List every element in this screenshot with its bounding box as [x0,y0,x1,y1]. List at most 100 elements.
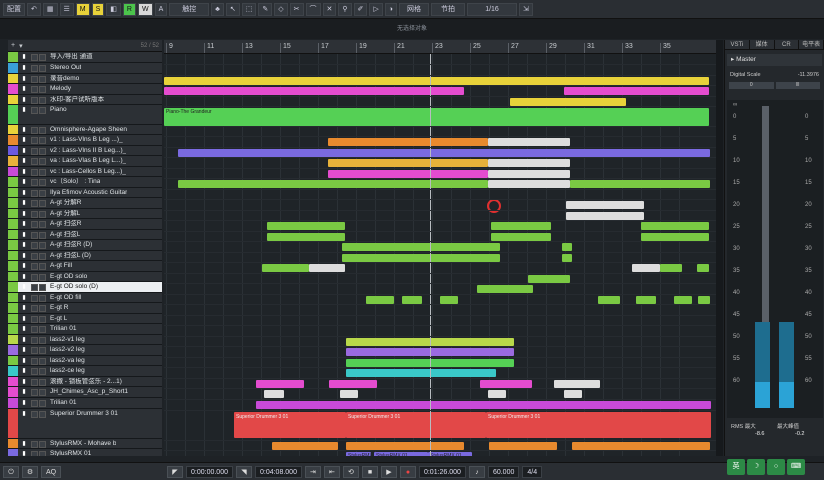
track-solo-button[interactable] [39,451,46,456]
circle-icon[interactable]: ○ [767,459,785,475]
track-lane[interactable] [164,211,716,221]
track-row[interactable]: ▮ 滚撒 - 锁板管弦乐 - 2...1) [8,377,162,387]
track-lane[interactable] [164,107,716,127]
listen-icon[interactable]: ◧ [106,2,121,16]
track-lane[interactable] [164,54,716,65]
track-lane[interactable] [164,337,716,347]
track-lane[interactable] [164,368,716,379]
track-solo-button[interactable] [39,242,46,249]
track-solo-button[interactable] [39,316,46,323]
tab-meter[interactable]: 电平表 [799,40,824,49]
track-solo-button[interactable] [39,347,46,354]
track-lane[interactable] [164,316,716,326]
track-mute-button[interactable] [31,232,38,239]
track-mute-button[interactable] [31,137,38,144]
track-solo-button[interactable] [39,295,46,302]
mute-tool-icon[interactable]: ✕ [322,2,337,16]
track-mute-button[interactable] [31,179,38,186]
track-row[interactable]: ▮ E-gt R [8,303,162,314]
track-solo-button[interactable] [39,368,46,375]
track-lane[interactable] [164,253,716,263]
track-row[interactable]: ▮ E-gt OD solo [8,272,162,282]
track-solo-button[interactable] [39,127,46,134]
track-mute-button[interactable] [31,347,38,354]
track-row[interactable]: ▮ v2 : Lass-Vlns II B Leg...)_ [8,146,162,156]
track-lane[interactable] [164,200,716,211]
punch-in-icon[interactable]: ⇥ [304,465,321,478]
track-mute-button[interactable] [31,158,38,165]
track-row[interactable]: ▮ lass2-va leg [8,356,162,366]
track-solo-button[interactable] [39,400,46,407]
track-mute-button[interactable] [31,221,38,228]
color-icon[interactable]: ◑ [384,2,398,16]
track-solo-button[interactable] [39,441,46,448]
track-solo-button[interactable] [39,200,46,207]
track-mute-button[interactable] [31,451,38,456]
track-lane[interactable] [164,242,716,253]
track-solo-button[interactable] [39,148,46,155]
track-row[interactable]: ▮ E-gt OD fill [8,293,162,303]
track-mute-button[interactable] [31,242,38,249]
track-solo-button[interactable] [39,263,46,270]
touch-mode-select[interactable]: 触控 [169,2,210,16]
track-row[interactable]: ▮ E-gt OD solo (D) [8,282,162,293]
track-row[interactable]: ▮ 水印-客户试听版本 [8,95,162,105]
track-row[interactable]: ▮ A-gt Fill [8,261,162,272]
quantize-apply-icon[interactable]: ⇲ [519,2,533,16]
track-mute-button[interactable] [31,411,38,418]
tool-icon[interactable]: ♣ [211,2,224,16]
signature-field[interactable]: 4/4 [522,465,543,478]
track-solo-button[interactable] [39,179,46,186]
track-lane[interactable] [164,169,716,179]
track-lane[interactable] [164,76,716,86]
track-lane[interactable] [164,274,716,284]
track-lane[interactable] [164,221,716,232]
track-row[interactable]: ▮ A-gt 扫弦R [8,219,162,230]
range-tool-icon[interactable]: ⬚ [241,2,257,16]
track-mute-button[interactable] [31,127,38,134]
track-mute-button[interactable] [31,389,38,396]
track-mute-button[interactable] [31,400,38,407]
track-mute-button[interactable] [31,97,38,104]
settings-icon[interactable]: ⚙ [22,465,38,478]
tab-media[interactable]: 媒体 [750,40,775,49]
track-mute-button[interactable] [31,441,38,448]
track-solo-button[interactable] [39,274,46,281]
dropdown-icon[interactable]: ▾ [19,42,23,50]
automation-button[interactable]: A [154,2,168,16]
zoom-tool-icon[interactable]: ⚲ [338,2,352,16]
track-row[interactable]: ▮ 导入/导出 通道 [8,52,162,63]
list-icon[interactable]: ☰ [59,2,74,16]
aq-button[interactable]: AQ [41,465,61,478]
track-row[interactable]: ▮ JH_Chimes_Asc_p_Short1 [8,387,162,398]
track-mute-button[interactable] [31,65,38,72]
track-lane[interactable] [164,127,716,137]
right-locator-icon[interactable]: ◥ [235,465,252,478]
power-icon[interactable]: ⏻ [3,465,19,478]
pencil-tool-icon[interactable]: ✎ [258,2,273,16]
read-button[interactable]: R [122,2,136,16]
play-icon[interactable]: ▶ [380,465,397,478]
track-lane[interactable] [164,179,716,190]
glue-tool-icon[interactable]: ⌒ [305,2,321,16]
track-mute-button[interactable] [31,368,38,375]
track-row[interactable]: ▮ Piano [8,105,162,125]
track-lane[interactable] [164,263,716,274]
track-row[interactable]: ▮ Superior Drummer 3 01 [8,409,162,439]
pointer-tool-icon[interactable]: ↖ [225,2,240,16]
track-row[interactable]: ▮ vc : Lass-Cellos B Leg...)_ [8,167,162,177]
track-lane[interactable] [164,97,716,107]
left-locator-icon[interactable]: ◤ [167,465,183,478]
track-solo-button[interactable] [39,158,46,165]
right-locator-field[interactable]: 0:04:08.000 [254,465,302,478]
grid-icon[interactable]: ▦ [42,2,58,16]
master-channel-label[interactable]: ▸ Master [727,54,822,66]
track-lane[interactable] [164,379,716,389]
track-mute-button[interactable] [31,200,38,207]
config-menu[interactable]: 配置 [3,2,25,16]
track-solo-button[interactable] [39,337,46,344]
meter-reset-button[interactable]: 0 [729,82,774,89]
track-mute-button[interactable] [31,169,38,176]
track-mute-button[interactable] [31,274,38,281]
back-icon[interactable]: ↶ [27,2,41,16]
